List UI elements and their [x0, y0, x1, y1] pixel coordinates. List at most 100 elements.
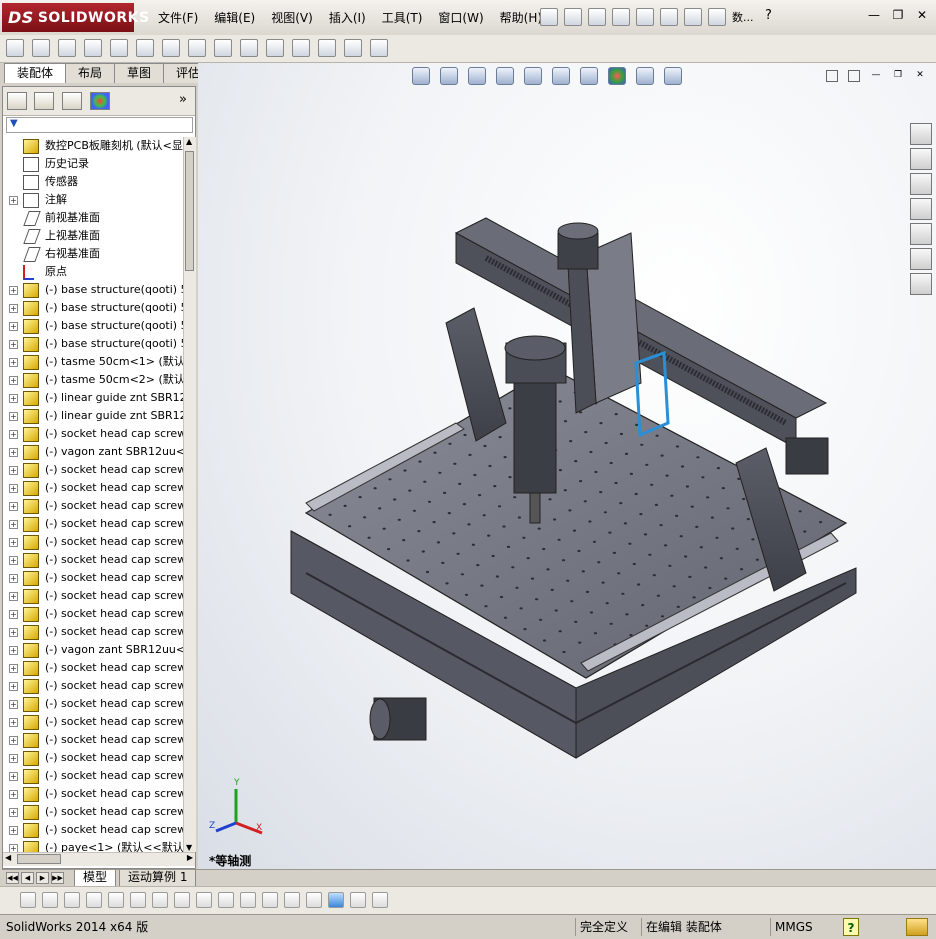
tree-item[interactable]: + (-) socket head cap screw_a	[3, 749, 183, 767]
hide-show-items-icon[interactable]	[580, 67, 598, 85]
expand-toggle-icon[interactable]: +	[9, 772, 18, 781]
tree-item[interactable]: + (-) socket head cap screw_a	[3, 785, 183, 803]
zoom-to-area-icon[interactable]	[440, 67, 458, 85]
bill-of-materials-icon[interactable]	[266, 39, 284, 57]
view-orientation-icon[interactable]	[524, 67, 542, 85]
expand-toggle-icon[interactable]: +	[9, 448, 18, 457]
expand-toggle-icon[interactable]: +	[9, 790, 18, 799]
folder-icon[interactable]	[910, 198, 932, 220]
tree-item[interactable]: + 注解	[3, 191, 183, 209]
expand-toggle-icon[interactable]: +	[9, 286, 18, 295]
smart-fasteners-icon[interactable]	[110, 39, 128, 57]
instant3d-icon[interactable]	[370, 39, 388, 57]
viewport-split-icon[interactable]	[826, 70, 838, 82]
shaded-view-icon[interactable]	[328, 892, 344, 908]
undo-icon[interactable]	[636, 8, 654, 26]
expand-toggle-icon[interactable]: +	[9, 340, 18, 349]
expand-toggle-icon[interactable]: +	[9, 394, 18, 403]
expand-toggle-icon[interactable]: +	[9, 592, 18, 601]
hscroll-thumb[interactable]	[17, 854, 61, 864]
filter-funnel-icon[interactable]: ▼	[10, 118, 18, 129]
expand-toggle-icon[interactable]: +	[9, 484, 18, 493]
expand-toggle-icon[interactable]: +	[9, 754, 18, 763]
polygon-icon[interactable]	[86, 892, 102, 908]
centerline-icon[interactable]	[108, 892, 124, 908]
open-folder-icon[interactable]	[564, 8, 582, 26]
expand-toggle-icon[interactable]: +	[9, 412, 18, 421]
design-library-icon[interactable]	[910, 148, 932, 170]
expand-toggle-icon[interactable]: +	[9, 574, 18, 583]
expand-toggle-icon[interactable]: +	[9, 502, 18, 511]
configuration-manager-icon[interactable]	[62, 92, 82, 110]
viewport-close-icon[interactable]: ✕	[914, 70, 926, 82]
dimension-icon[interactable]	[262, 892, 278, 908]
expand-toggle-icon[interactable]: +	[9, 808, 18, 817]
tab-layout[interactable]: 布局	[65, 63, 116, 83]
tree-item[interactable]: 前视基准面	[3, 209, 183, 227]
tree-item[interactable]: + (-) socket head cap screw_a	[3, 551, 183, 569]
new-document-icon[interactable]	[540, 8, 558, 26]
insert-component-icon[interactable]	[6, 39, 24, 57]
expand-toggle-icon[interactable]: +	[9, 376, 18, 385]
circle-icon[interactable]	[42, 892, 58, 908]
angle-icon[interactable]	[306, 892, 322, 908]
tree-item[interactable]: + (-) socket head cap screw_a	[3, 479, 183, 497]
tree-item[interactable]: + (-) socket head cap screw_a	[3, 713, 183, 731]
tab-motion-study[interactable]: 运动算例 1	[119, 870, 197, 887]
tree-item[interactable]: + (-) socket head cap screw_a	[3, 533, 183, 551]
paperclip-icon[interactable]	[58, 39, 76, 57]
tree-item[interactable]: 历史记录	[3, 155, 183, 173]
expand-toggle-icon[interactable]: +	[9, 844, 18, 852]
quick-tips-icon[interactable]: ?	[843, 918, 859, 936]
explode-line-sketch-icon[interactable]	[318, 39, 336, 57]
tree-item[interactable]: + (-) vagon zant SBR12uu<1>	[3, 443, 183, 461]
move-component-icon[interactable]	[136, 39, 154, 57]
previous-view-icon[interactable]	[468, 67, 486, 85]
select-pointer-icon[interactable]	[660, 8, 678, 26]
view-palette-icon[interactable]	[910, 223, 932, 245]
menu-tools[interactable]: 工具(T)	[374, 9, 431, 26]
tree-item[interactable]: + (-) tasme 50cm<1> (默认<<	[3, 353, 183, 371]
tab-sketch[interactable]: 草图	[114, 63, 165, 83]
rebuild-traffic-light-icon[interactable]	[684, 8, 702, 26]
view-settings-icon[interactable]	[664, 67, 682, 85]
appearances-scenes-icon[interactable]	[910, 248, 932, 270]
tree-item[interactable]: + (-) linear guide znt SBR12<1	[3, 389, 183, 407]
expand-toggle-icon[interactable]: +	[9, 430, 18, 439]
tile-view-icon[interactable]	[350, 892, 366, 908]
line-icon[interactable]	[64, 892, 80, 908]
tab-first-icon[interactable]: ◀◀	[6, 872, 19, 884]
menu-window[interactable]: 窗口(W)	[430, 9, 491, 26]
warning-icon[interactable]	[588, 8, 606, 26]
graphics-area[interactable]: — ❐ ✕ Y X Z *等轴测	[198, 63, 936, 869]
exploded-view-icon[interactable]	[292, 39, 310, 57]
tree-item[interactable]: + (-) linear guide znt SBR12<2	[3, 407, 183, 425]
tree-item[interactable]: 数控PCB板雕刻机 (默认<显示	[3, 137, 183, 155]
solidworks-resources-icon[interactable]	[910, 123, 932, 145]
minimize-icon[interactable]: —	[866, 8, 882, 22]
search-label[interactable]: 数...	[732, 9, 754, 25]
tree-item[interactable]: + (-) socket head cap screw_a	[3, 425, 183, 443]
expand-toggle-icon[interactable]: +	[9, 682, 18, 691]
viewport-minimize-icon[interactable]: —	[870, 70, 882, 82]
tree-item[interactable]: 原点	[3, 263, 183, 281]
display-manager-icon[interactable]	[90, 92, 110, 110]
tree-item[interactable]: + (-) socket head cap screw_a	[3, 677, 183, 695]
tree-item[interactable]: 上视基准面	[3, 227, 183, 245]
tree-item[interactable]: 传感器	[3, 173, 183, 191]
assembly-features-icon[interactable]	[188, 39, 206, 57]
mate-icon[interactable]	[32, 39, 50, 57]
expand-toggle-icon[interactable]: +	[9, 466, 18, 475]
section-view-icon[interactable]	[496, 67, 514, 85]
tree-item[interactable]: + (-) base structure(qooti) 55 (	[3, 299, 183, 317]
viewport-restore-icon[interactable]: ❐	[892, 70, 904, 82]
tab-next-icon[interactable]: ▶	[36, 872, 49, 884]
extend-icon[interactable]	[174, 892, 190, 908]
tree-item[interactable]: + (-) tasme 50cm<2> (默认<<	[3, 371, 183, 389]
file-explorer-icon[interactable]	[910, 173, 932, 195]
menu-edit[interactable]: 编辑(E)	[206, 9, 263, 26]
expand-toggle-icon[interactable]: +	[9, 646, 18, 655]
tree-item[interactable]: + (-) socket head cap screw_a	[3, 803, 183, 821]
tab-prev-icon[interactable]: ◀	[21, 872, 34, 884]
scroll-right-icon[interactable]: ▶	[187, 853, 193, 862]
